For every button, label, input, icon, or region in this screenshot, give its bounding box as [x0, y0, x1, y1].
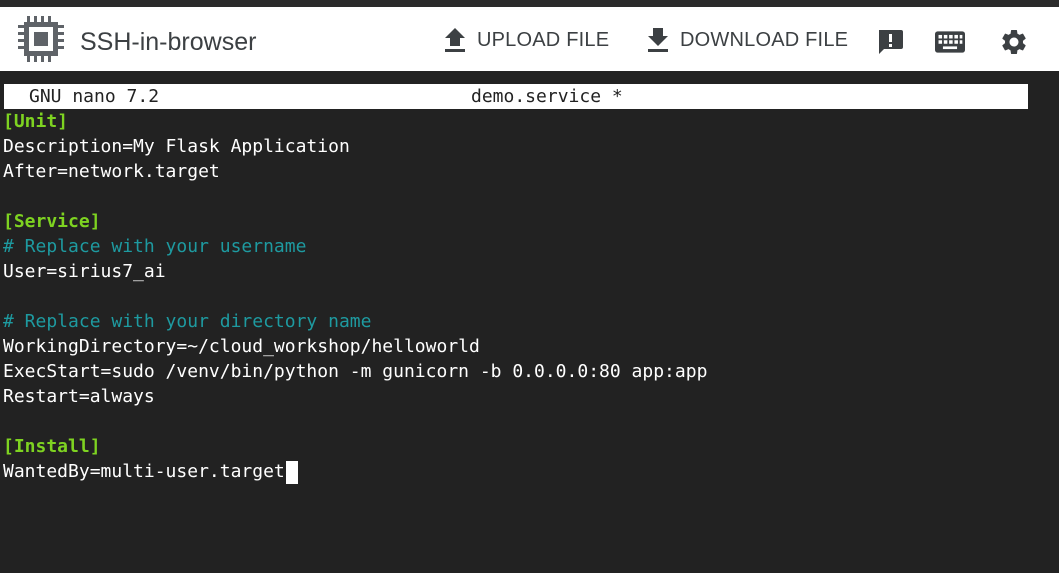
upload-file-button[interactable]: UPLOAD FILE: [443, 25, 609, 55]
terminal[interactable]: GNU nano 7.2 demo.service * [Unit] Descr…: [0, 71, 1059, 573]
editor-line: Restart=always: [3, 386, 155, 407]
upload-file-label: UPLOAD FILE: [477, 28, 610, 51]
nano-version: GNU nano 7.2: [29, 86, 160, 107]
editor-line: After=network.target: [3, 161, 220, 182]
download-icon: [648, 28, 668, 52]
upload-icon: [445, 28, 465, 52]
app-title: SSH-in-browser: [80, 28, 257, 56]
text-cursor: [285, 460, 298, 484]
keyboard-button[interactable]: [935, 27, 965, 57]
settings-button[interactable]: [999, 27, 1029, 57]
feedback-button[interactable]: [875, 27, 905, 57]
keyboard-icon: [935, 31, 965, 53]
toolbar: SSH-in-browser UPLOAD FILE DOWNLOAD FILE: [0, 7, 1059, 71]
feedback-icon: [879, 30, 903, 54]
editor-line: User=sirius7_ai: [3, 261, 166, 282]
nano-filename: demo.service *: [471, 86, 623, 107]
editor-line-text: WantedBy=multi-user.target: [3, 461, 285, 482]
gear-icon: [1002, 29, 1026, 54]
editor-line: [Install]: [3, 436, 101, 457]
top-strip: [0, 0, 1059, 7]
nano-title-bar: GNU nano 7.2 demo.service *: [4, 84, 1028, 109]
editor-line-current: WantedBy=multi-user.target: [3, 459, 298, 484]
download-file-label: DOWNLOAD FILE: [680, 28, 849, 51]
editor-line: WorkingDirectory=~/cloud_workshop/hellow…: [3, 336, 480, 357]
editor-line: [Service]: [3, 211, 101, 232]
chip-icon: [18, 16, 64, 62]
download-file-button[interactable]: DOWNLOAD FILE: [646, 25, 848, 55]
editor-line: ExecStart=sudo /venv/bin/python -m gunic…: [3, 361, 708, 382]
editor-line: Description=My Flask Application: [3, 136, 350, 157]
editor-line: # Replace with your directory name: [3, 311, 372, 332]
editor-line: # Replace with your username: [3, 236, 307, 257]
editor-line: [Unit]: [3, 111, 69, 132]
